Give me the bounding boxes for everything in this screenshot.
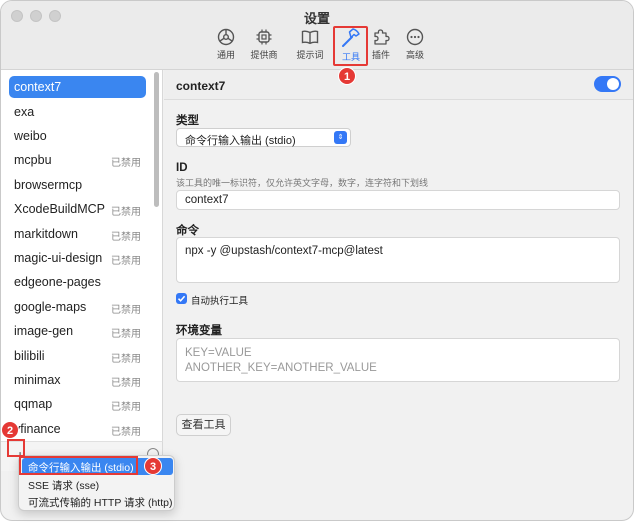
- list-item-name: context7: [14, 80, 62, 94]
- list-item[interactable]: minimax 已禁用: [9, 369, 146, 391]
- command-field[interactable]: npx -y @upstash/context7-mcp@latest: [176, 237, 620, 283]
- type-select[interactable]: 命令行输入输出 (stdio) ⇕: [176, 128, 351, 147]
- list-item-name: image-gen: [14, 324, 74, 338]
- list-item-name: edgeone-pages: [14, 275, 101, 289]
- annotation-badge-2: 2: [1, 421, 19, 439]
- list-item-status: 已禁用: [111, 207, 141, 218]
- list-item-name: yfinance: [14, 422, 61, 436]
- annotation-badge-3: 3: [144, 457, 162, 475]
- list-item[interactable]: browsermcp: [9, 174, 146, 196]
- type-label: 类型: [176, 115, 199, 127]
- list-item-status: 已禁用: [111, 378, 141, 389]
- list-item-name: exa: [14, 105, 35, 119]
- tab-general-label: 通用: [216, 50, 235, 60]
- list-item-status: 已禁用: [111, 329, 141, 340]
- env-label: 环境变量: [176, 325, 222, 337]
- list-item-status: 已禁用: [111, 305, 141, 316]
- detail-title: context7: [176, 79, 226, 93]
- menu-item-http[interactable]: 可流式传输的 HTTP 请求 (http): [22, 493, 173, 510]
- list-item-status: 已禁用: [111, 256, 141, 267]
- tool-detail-pane: context7 类型 命令行输入输出 (stdio) ⇕ ID 该工具的唯一标…: [164, 70, 633, 465]
- list-item[interactable]: google-maps 已禁用: [9, 296, 146, 318]
- list-item[interactable]: image-gen 已禁用: [9, 320, 146, 342]
- general-icon: [217, 28, 235, 46]
- list-item-name: google-maps: [14, 300, 87, 314]
- list-item-name: qqmap: [14, 397, 53, 411]
- sidebar-scrollbar[interactable]: [152, 72, 160, 437]
- checkmark-icon: [177, 295, 186, 302]
- book-icon: [301, 30, 319, 45]
- settings-window: 设置 通用 提供商 提示词 工具 插件 高级 context7 exa weib…: [0, 0, 634, 521]
- tab-providers[interactable]: 提供商: [244, 27, 284, 65]
- env-placeholder-line2: ANOTHER_KEY=ANOTHER_VALUE: [185, 362, 377, 374]
- auto-run-label: 自动执行工具: [191, 296, 249, 307]
- annotation-highlight-stdio-item: [19, 456, 138, 475]
- env-field[interactable]: KEY=VALUE ANOTHER_KEY=ANOTHER_VALUE: [176, 338, 620, 382]
- annotation-highlight-add-button: [7, 439, 25, 457]
- list-item[interactable]: XcodeBuildMCP 已禁用: [9, 198, 146, 220]
- list-item-name: mcpbu: [14, 153, 52, 167]
- list-item[interactable]: bilibili 已禁用: [9, 345, 146, 367]
- list-item-name: weibo: [14, 129, 47, 143]
- window-title: 设置: [303, 11, 330, 26]
- chip-icon: [256, 29, 272, 45]
- menu-item-sse[interactable]: SSE 请求 (sse): [22, 476, 173, 493]
- list-item[interactable]: weibo: [9, 125, 146, 147]
- command-label: 命令: [176, 225, 199, 237]
- id-label: ID: [176, 162, 188, 174]
- detail-header: context7: [164, 70, 633, 100]
- tab-prompts-label: 提示词: [296, 50, 324, 60]
- list-item-status: 已禁用: [111, 232, 141, 243]
- tool-server-list: context7 exa weibo mcpbu 已禁用 browsermcp X…: [1, 70, 163, 441]
- window-toolbar: 设置 通用 提供商 提示词 工具 插件 高级: [1, 1, 633, 70]
- enable-toggle[interactable]: [594, 76, 621, 92]
- tab-advanced[interactable]: 高级: [395, 27, 435, 65]
- list-item-name: markitdown: [14, 227, 78, 241]
- list-item-status: 已禁用: [111, 402, 141, 413]
- annotation-highlight-tools-tab: [333, 26, 368, 66]
- view-tools-button[interactable]: 查看工具: [176, 414, 231, 436]
- chevron-updown-icon: ⇕: [334, 131, 347, 144]
- auto-run-checkbox[interactable]: [176, 293, 187, 304]
- more-icon: [406, 28, 424, 46]
- tab-providers-label: 提供商: [250, 50, 278, 60]
- list-item[interactable]: edgeone-pages: [9, 271, 146, 293]
- command-field-value: npx -y @upstash/context7-mcp@latest: [185, 245, 383, 257]
- list-item[interactable]: exa: [9, 101, 146, 123]
- list-item[interactable]: mcpbu 已禁用: [9, 149, 146, 171]
- id-help-text: 该工具的唯一标识符，仅允许英文字母，数字，连字符和下划线: [176, 178, 429, 188]
- list-item-name: minimax: [14, 373, 61, 387]
- list-item[interactable]: yfinance 已禁用: [9, 418, 146, 440]
- list-item-name: browsermcp: [14, 178, 83, 192]
- id-field[interactable]: context7: [176, 190, 620, 210]
- sidebar-scroll-thumb[interactable]: [154, 72, 159, 207]
- annotation-badge-1: 1: [338, 67, 356, 85]
- list-item-status: 已禁用: [111, 158, 141, 169]
- list-item-status: 已禁用: [111, 354, 141, 365]
- list-item[interactable]: markitdown 已禁用: [9, 223, 146, 245]
- env-placeholder-line1: KEY=VALUE: [185, 347, 252, 359]
- list-item-name: bilibili: [14, 349, 45, 363]
- tab-prompts[interactable]: 提示词: [290, 27, 330, 65]
- type-select-value: 命令行输入输出 (stdio): [185, 135, 296, 147]
- list-item-name: magic-ui-design: [14, 251, 103, 265]
- list-item[interactable]: qqmap 已禁用: [9, 393, 146, 415]
- puzzle-icon: [374, 29, 390, 45]
- tab-advanced-label: 高级: [405, 50, 424, 60]
- tab-general[interactable]: 通用: [206, 27, 246, 65]
- list-item[interactable]: context7: [9, 76, 146, 98]
- id-field-value: context7: [185, 194, 229, 206]
- list-item[interactable]: magic-ui-design 已禁用: [9, 247, 146, 269]
- list-item-name: XcodeBuildMCP: [14, 202, 106, 216]
- list-item-status: 已禁用: [111, 427, 141, 438]
